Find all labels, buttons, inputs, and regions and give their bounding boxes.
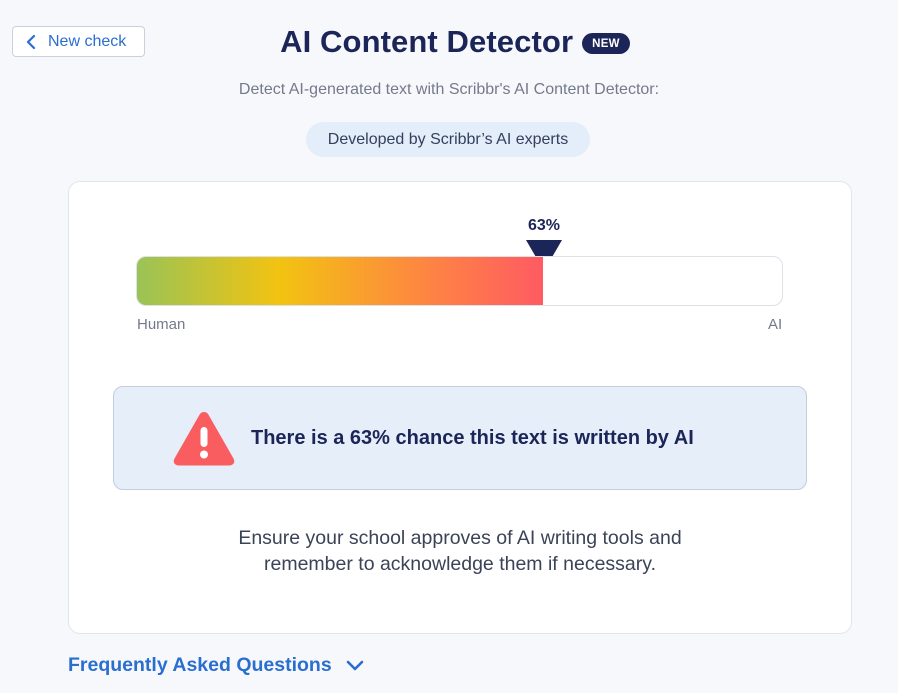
page-title: AI Content Detector (280, 24, 574, 59)
page-subtitle: Detect AI-generated text with Scribbr's … (238, 81, 660, 98)
ai-detector-page: New check AI Content Detector NEW Detect… (0, 0, 898, 693)
meter-label-human: Human (137, 316, 186, 333)
result-alert: There is a 63% chance this text is writt… (113, 386, 807, 490)
meter-label-ai: AI (768, 316, 783, 333)
title-row: AI Content Detector NEW (0, 24, 898, 60)
chevron-down-icon (346, 659, 366, 673)
ai-probability-meter (136, 256, 783, 306)
meter-percent-label: 63% (527, 217, 561, 234)
warning-triangle-icon (173, 412, 235, 466)
meter-fill (137, 257, 544, 305)
faq-label: Frequently Asked Questions (68, 654, 332, 676)
faq-toggle[interactable]: Frequently Asked Questions (68, 654, 366, 677)
developed-by-pill: Developed by Scribbr’s AI experts (306, 122, 590, 157)
new-badge: NEW (582, 32, 630, 54)
advice-line-2: remember to acknowledge them if necessar… (264, 553, 656, 575)
advice-text: Ensure your school approves of AI writin… (160, 525, 760, 577)
result-message: There is a 63% chance this text is writt… (251, 426, 694, 449)
advice-line-1: Ensure your school approves of AI writin… (238, 527, 682, 549)
